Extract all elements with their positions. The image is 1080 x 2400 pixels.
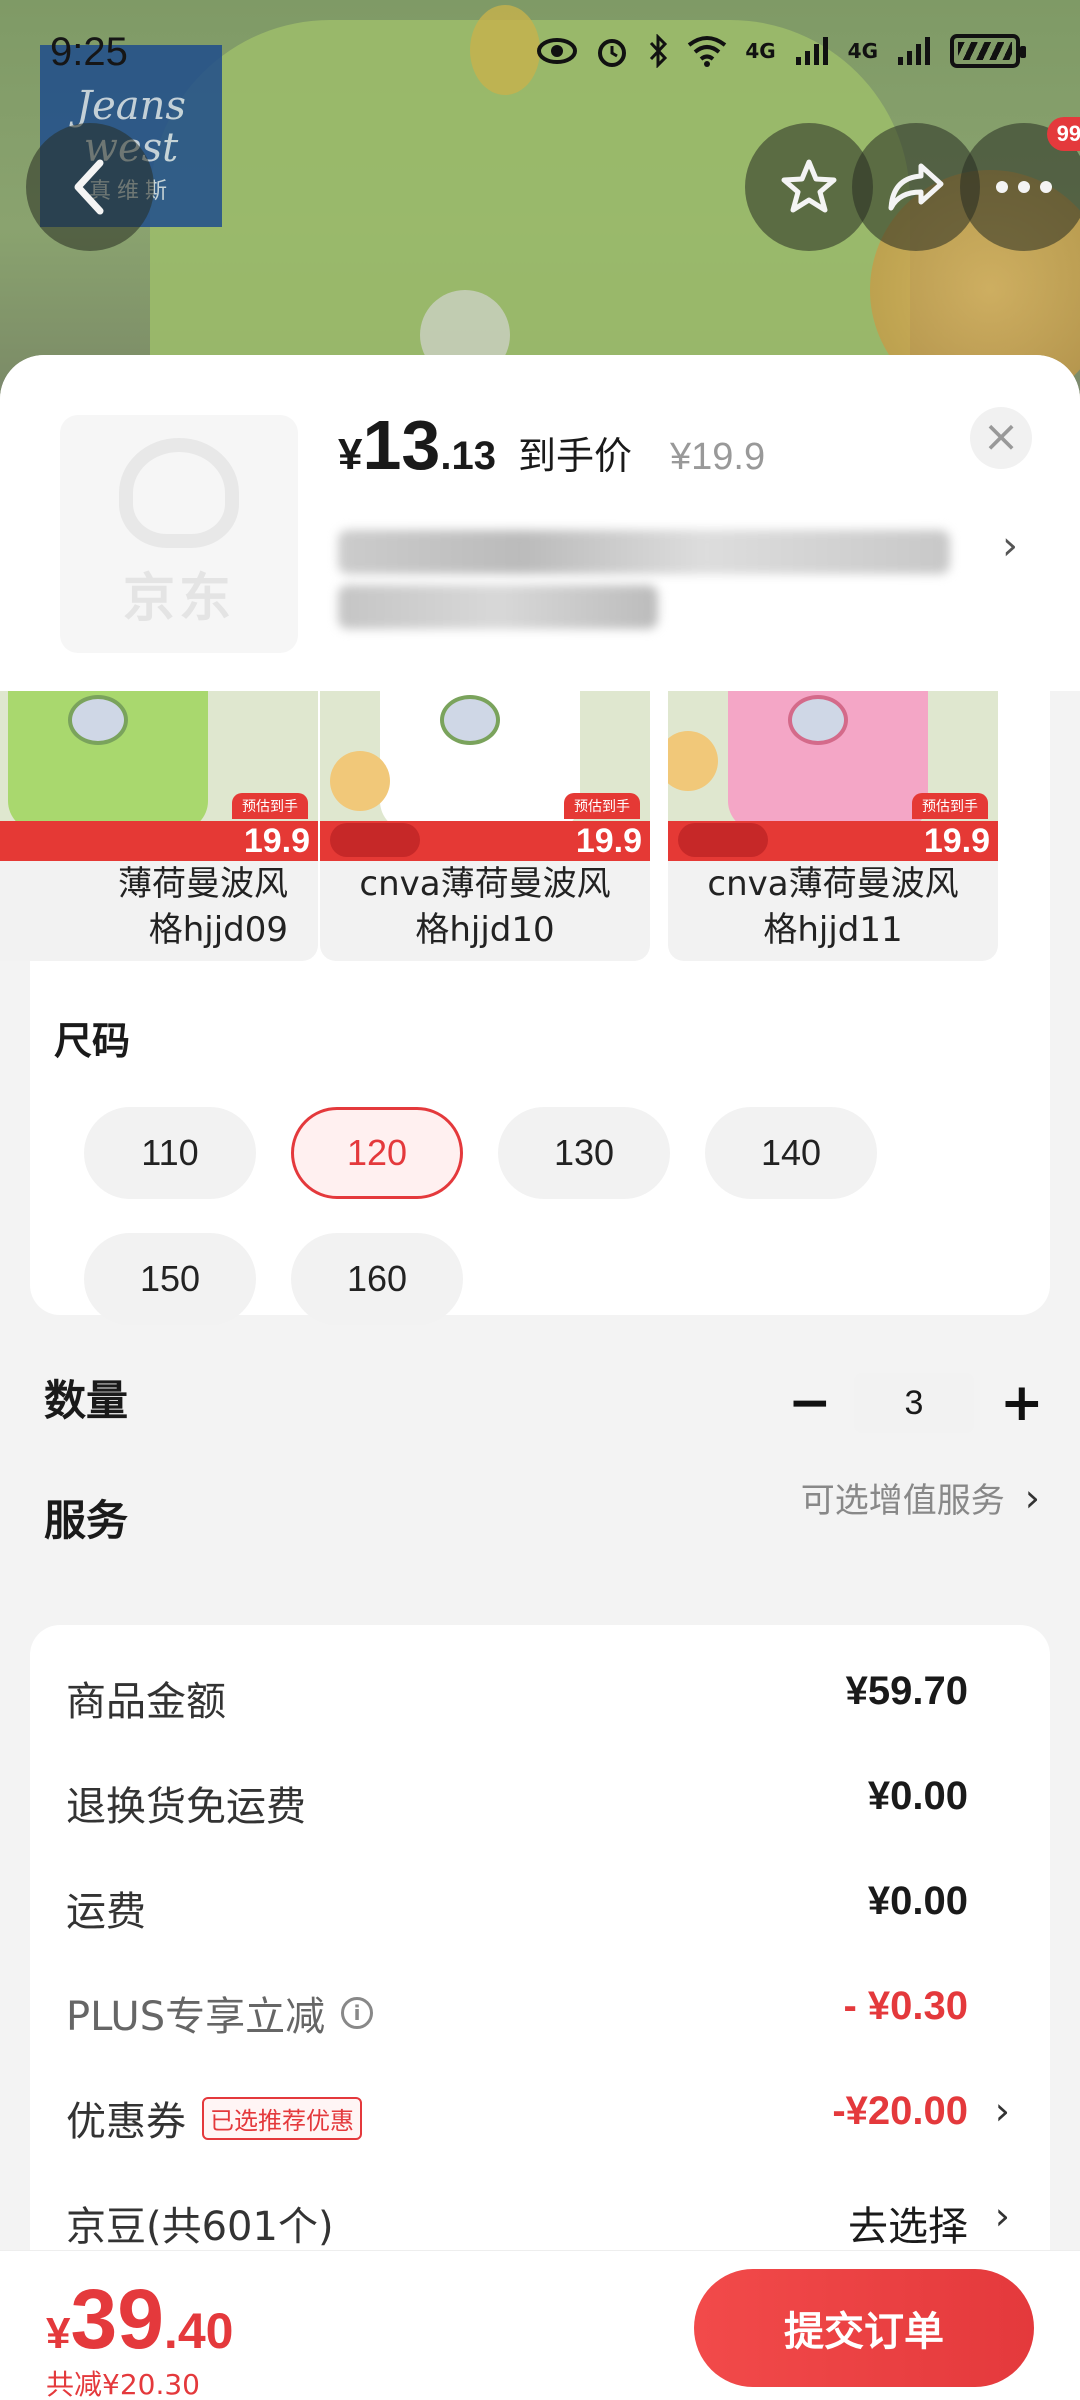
quantity-input[interactable]: 3: [854, 1373, 974, 1433]
size-option-150[interactable]: 150: [84, 1233, 256, 1325]
checkout-bar: ¥ 39 .40 共减¥20.30 提交订单: [0, 2250, 1080, 2400]
size-option-140[interactable]: 140: [705, 1107, 877, 1199]
plus-discount-row: PLUS专享立减 i - ¥0.30: [30, 1970, 1050, 2050]
signal-icon: [795, 37, 828, 65]
signal-icon-2: [898, 37, 930, 65]
variant-image: 预估到手 19.9: [0, 691, 318, 861]
quantity-stepper: − 3 +: [788, 1373, 1044, 1433]
order-sheet: 京东 ¥ 13 .13 到手价 ¥19.9 × › 预估到手 19.9 薄荷曼波风…: [0, 355, 1080, 2400]
chevron-right-icon: ›: [994, 2089, 1010, 2133]
shipping-label: 运费: [66, 1889, 146, 1935]
more-button[interactable]: 99+: [960, 117, 1080, 251]
variant-card[interactable]: 预估到手 19.9 薄荷曼波风 格hjjd09: [0, 691, 318, 961]
price-tag: 到手价: [517, 434, 632, 478]
variant-name: cnva薄荷曼波风 格hjjd11: [707, 864, 959, 950]
price-decimal: .13: [440, 434, 496, 478]
plus-discount-label: PLUS专享立减: [66, 1994, 326, 2040]
battery-icon: [950, 34, 1026, 68]
network-type-1: 4G: [745, 39, 776, 63]
plus-discount-value: - ¥0.30: [843, 1984, 968, 2028]
price-integer: 13: [362, 406, 441, 484]
chevron-right-icon: ›: [994, 2194, 1010, 2238]
price-line: ¥ 13 .13 到手价 ¥19.9: [338, 405, 765, 485]
submit-order-button[interactable]: 提交订单: [694, 2269, 1034, 2387]
share-icon: [888, 163, 944, 211]
alarm-icon: [598, 39, 627, 67]
return-shipping-value: ¥0.00: [867, 1774, 968, 1818]
status-bar: 9:25 4G 4G: [0, 0, 1080, 110]
chevron-right-icon: ›: [1024, 1475, 1040, 1520]
coupon-label-group: 优惠券 已选推荐优惠: [66, 2089, 362, 2147]
chevron-left-icon: [74, 159, 104, 215]
price-currency: ¥: [338, 430, 363, 479]
coupon-value: -¥20.00: [832, 2089, 968, 2133]
jd-logo-text: 京东: [122, 568, 235, 629]
total-integer: 39: [70, 2272, 164, 2366]
quantity-minus-button[interactable]: −: [788, 1373, 832, 1433]
variant-card[interactable]: 预估到手 19.9 cnva薄荷曼波风 格hjjd11: [668, 691, 998, 961]
goods-amount-row: 商品金额 ¥59.70: [30, 1655, 1050, 1735]
status-icons: 4G 4G: [537, 34, 1026, 68]
jd-beans-row[interactable]: 京豆(共601个) 去选择 ›: [30, 2180, 1050, 2260]
jd-beans-label: 京豆(共601个): [66, 2204, 334, 2250]
return-shipping-label: 退换货免运费: [66, 1784, 306, 1830]
size-option-120[interactable]: 120: [291, 1107, 463, 1199]
plus-discount-label-group: PLUS专享立减 i: [66, 1984, 374, 2042]
service-selector[interactable]: 可选增值服务 ›: [801, 1473, 1040, 1522]
more-dots-icon: [996, 181, 1052, 193]
network-type-2: 4G: [847, 39, 878, 63]
sku-card: 预估到手 19.9 薄荷曼波风 格hjjd09 预估到手 19.9 cnva薄荷曼波…: [0, 691, 1050, 1315]
total-decimal: .40: [163, 2303, 234, 2359]
star-icon: [781, 159, 837, 213]
coupon-row[interactable]: 优惠券 已选推荐优惠 -¥20.00 ›: [30, 2075, 1050, 2155]
size-title: 尺码: [54, 1019, 131, 1063]
variant-image: 预估到手 19.9: [320, 691, 650, 861]
goods-amount-value: ¥59.70: [845, 1669, 968, 1713]
redacted-title-line2: [338, 585, 658, 629]
chevron-right-icon[interactable]: ›: [1002, 523, 1018, 569]
size-option-130[interactable]: 130: [498, 1107, 670, 1199]
info-icon[interactable]: i: [341, 1997, 374, 2029]
variant-name: cnva薄荷曼波风 格hjjd10: [359, 864, 611, 950]
size-option-110[interactable]: 110: [84, 1107, 256, 1199]
variant-card[interactable]: 预估到手 19.9 cnva薄荷曼波风 格hjjd10: [320, 691, 650, 961]
size-option-160[interactable]: 160: [291, 1233, 463, 1325]
jd-mascot-icon: [119, 437, 239, 548]
return-shipping-row: 退换货免运费 ¥0.00: [30, 1760, 1050, 1840]
variant-image: 预估到手 19.9: [668, 691, 998, 861]
quantity-plus-button[interactable]: +: [1000, 1373, 1044, 1433]
product-thumbnail: 京东: [60, 415, 298, 653]
total-saved: 共减¥20.30: [46, 2368, 200, 2400]
coupon-label: 优惠券: [66, 2099, 186, 2145]
variant-name: 薄荷曼波风 格hjjd09: [118, 864, 288, 950]
sheet-header: 京东 ¥ 13 .13 到手价 ¥19.9 × ›: [0, 355, 1080, 691]
bluetooth-icon: [650, 34, 668, 68]
message-badge: 99+: [1046, 117, 1080, 151]
service-label: 服务: [44, 1496, 129, 1545]
original-price: ¥19.9: [669, 436, 766, 478]
coupon-recommend-tag: 已选推荐优惠: [202, 2096, 362, 2140]
redacted-title-line1: [338, 530, 950, 574]
quantity-label: 数量: [44, 1376, 129, 1425]
goods-amount-label: 商品金额: [66, 1679, 226, 1725]
shipping-row: 运费 ¥0.00: [30, 1865, 1050, 1945]
service-value: 可选增值服务: [800, 1481, 1005, 1521]
wifi-icon: [688, 36, 727, 67]
total-price: ¥ 39 .40: [46, 2271, 233, 2368]
eye-icon: [537, 38, 578, 64]
shipping-value: ¥0.00: [867, 1879, 968, 1923]
total-currency: ¥: [46, 2309, 71, 2358]
status-time: 9:25: [50, 30, 128, 74]
back-button[interactable]: [26, 123, 154, 251]
jd-beans-value: 去选择: [848, 2204, 968, 2250]
close-button[interactable]: ×: [970, 407, 1032, 469]
